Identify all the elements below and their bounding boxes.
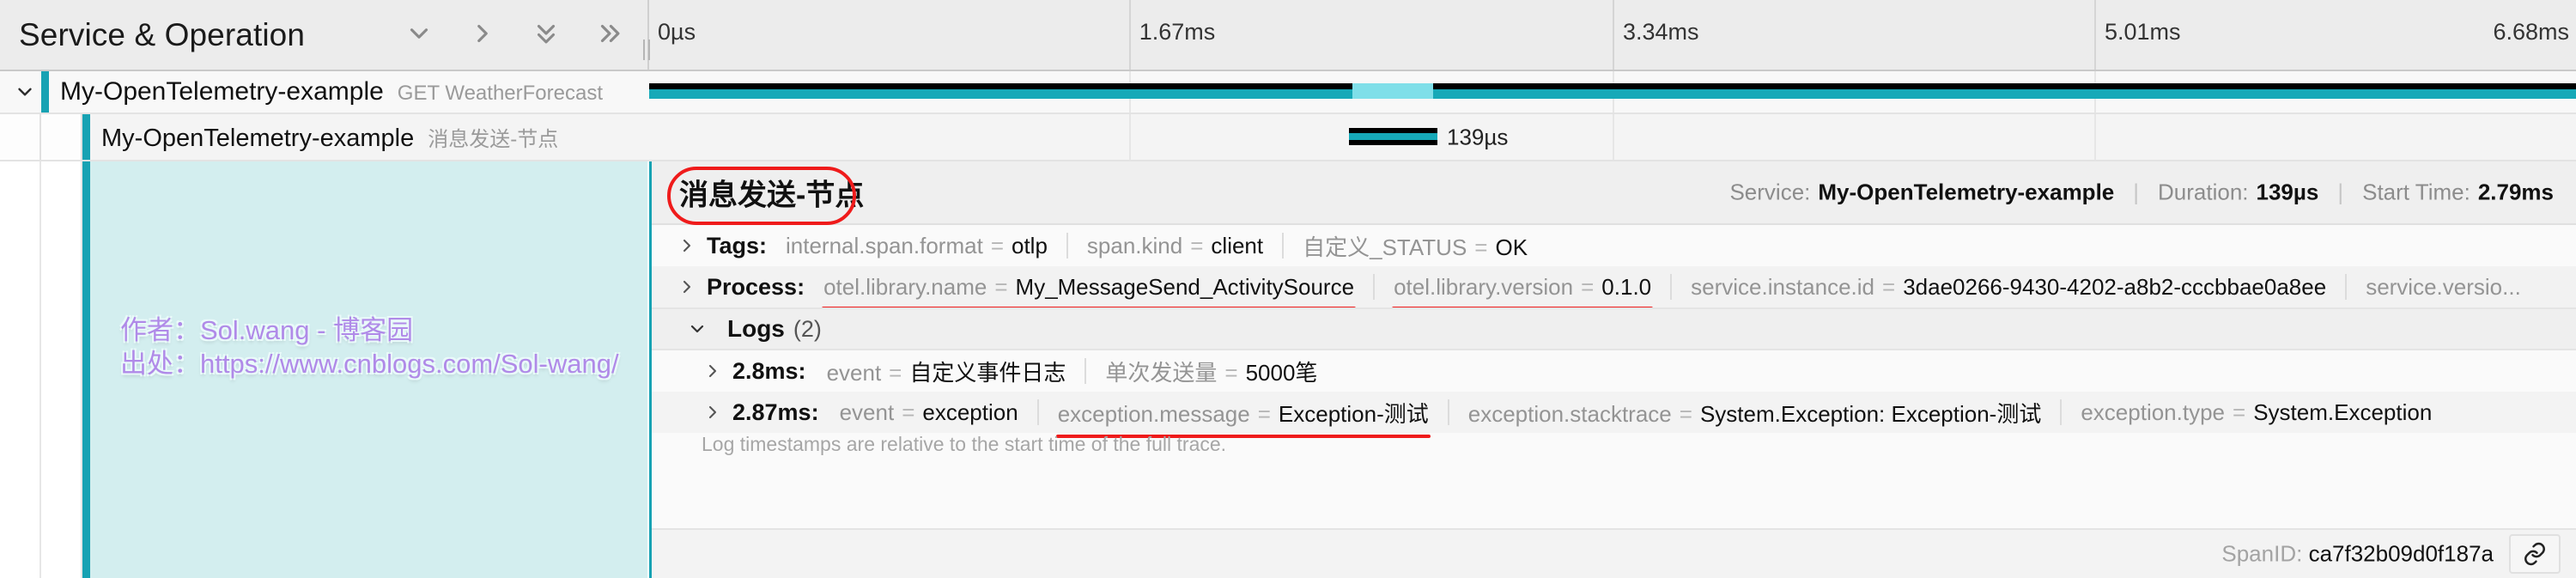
detail-left-fill: 作者：Sol.wang - 博客园 出处：https://www.cnblogs… <box>90 161 647 578</box>
tags-row[interactable]: Tags: internal.span.format = otlp span.kin… <box>652 225 2576 271</box>
service-label: Service: <box>1729 179 1811 205</box>
span-operation-name-child: 消息发送-节点 <box>428 127 559 151</box>
log-field[interactable]: exception.message = Exception-测试 <box>1055 397 1431 438</box>
link-icon[interactable] <box>2509 534 2561 574</box>
log-timestamp: 2.8ms: <box>732 357 806 384</box>
log-field[interactable]: 单次发送量 = 5000笔 <box>1103 356 1320 397</box>
duration-value: 139µs <box>2256 179 2319 205</box>
span-service-name-child: My-OpenTelemetry-example 消息发送-节点 <box>101 124 559 152</box>
logs-count: (2) <box>793 315 822 342</box>
process-item[interactable]: otel.library.name = My_MessageSend_Activit… <box>822 274 1357 310</box>
tags-expand-caret[interactable] <box>676 234 698 257</box>
tick-2: 3.34ms <box>1613 0 2094 70</box>
span-row-child[interactable]: My-OpenTelemetry-example 消息发送-节点 139µs <box>0 114 2576 161</box>
tags-label: Tags: <box>707 232 768 259</box>
tag-item[interactable]: internal.span.format = otlp <box>786 233 1048 259</box>
span-detail-meta: Service: My-OpenTelemetry-example | Dura… <box>1729 179 2554 206</box>
log-expand-caret[interactable] <box>702 401 724 423</box>
span-label-root: My-OpenTelemetry-example GET WeatherForec… <box>0 71 647 113</box>
watermark: 作者：Sol.wang - 博客园 出处：https://www.cnblogs… <box>120 314 619 381</box>
log-field[interactable]: exception.type = System.Exception <box>2081 399 2432 426</box>
service-operation-column-header: Service & Operation <box>0 0 648 70</box>
expand-collapse-controls <box>404 19 624 48</box>
process-item-truncated[interactable]: service.versio... <box>2366 274 2521 301</box>
logs-expand-caret[interactable] <box>686 318 708 340</box>
log-field[interactable]: event = 自定义事件日志 <box>824 356 1068 397</box>
span-id-label: SpanID: <box>2221 540 2303 567</box>
process-row[interactable]: Process: otel.library.name = My_MessageSen… <box>652 266 2576 310</box>
service-color-bar <box>41 71 49 113</box>
duration-label: Duration: <box>2158 179 2249 205</box>
tick-1: 1.67ms <box>1128 0 1613 70</box>
span-detail-panel: 消息发送-节点 Service: My-OpenTelemetry-exampl… <box>649 161 2576 578</box>
span-bar-child[interactable] <box>1348 128 1437 145</box>
meta-separator: | <box>2337 179 2344 205</box>
watermark-line-2: 出处：https://www.cnblogs.com/Sol-wang/ <box>120 348 619 379</box>
log-timestamp: 2.87ms: <box>732 399 819 425</box>
tick-0: 0µs <box>658 19 696 45</box>
span-track-root <box>649 71 2576 113</box>
tag-item[interactable]: 自定义_STATUS = OK <box>1301 230 1530 271</box>
left-gutter-strip: 作者：Sol.wang - 博客园 出处：https://www.cnblogs… <box>0 161 647 578</box>
timeline-header: Service & Operation 0µs 1.67ms 3.34ms 5.… <box>0 0 2576 71</box>
log-field[interactable]: event = exception <box>840 399 1018 426</box>
process-expand-caret[interactable] <box>676 276 698 298</box>
meta-separator: | <box>2133 179 2140 205</box>
span-detail-footer: SpanID: ca7f32b09d0f187a <box>652 528 2576 578</box>
span-duration-label: 139µs <box>1447 124 1509 149</box>
process-item[interactable]: service.instance.id = 3dae0266-9430-4202-a… <box>1691 274 2326 301</box>
double-chevron-right-icon[interactable] <box>595 19 624 48</box>
span-service-name-root: My-OpenTelemetry-example GET WeatherForec… <box>60 77 603 106</box>
start-time-label: Start Time: <box>2362 179 2470 205</box>
span-id: SpanID: ca7f32b09d0f187a <box>2221 541 2494 568</box>
span-row-root[interactable]: My-OpenTelemetry-example GET WeatherForec… <box>0 71 2576 114</box>
trace-detail-view: Service & Operation 0µs 1.67ms 3.34ms 5.… <box>0 0 2576 578</box>
timeline-ruler: 0µs 1.67ms 3.34ms 5.01ms 6.68ms <box>649 0 2576 70</box>
detail-accent-bar <box>82 161 90 578</box>
start-time-value: 2.79ms <box>2477 179 2554 205</box>
span-id-value: ca7f32b09d0f187a <box>2308 540 2494 567</box>
page-title: Service & Operation <box>19 17 306 52</box>
span-detail-header: 消息发送-节点 Service: My-OpenTelemetry-exampl… <box>652 161 2576 225</box>
span-bar-root[interactable] <box>649 83 2576 99</box>
log-entry-row[interactable]: 2.87ms: event = exception exception.messag… <box>652 392 2576 438</box>
service-color-bar <box>82 114 90 160</box>
chevron-right-icon[interactable] <box>468 19 497 48</box>
span-track-child: 139µs <box>649 114 2576 160</box>
span-operation-name-root: GET WeatherForecast <box>397 82 603 105</box>
log-expand-caret[interactable] <box>702 360 724 382</box>
double-chevron-down-icon[interactable] <box>532 19 561 48</box>
span-detail-title: 消息发送-节点 <box>679 179 865 212</box>
span-expand-toggle-root[interactable] <box>14 81 36 103</box>
process-item[interactable]: otel.library.version = 0.1.0 <box>1392 274 1654 310</box>
process-label: Process: <box>707 273 805 300</box>
span-label-child: My-OpenTelemetry-example 消息发送-节点 <box>0 114 647 160</box>
log-entry-row[interactable]: 2.8ms: event = 自定义事件日志 单次发送量 = 5000笔 <box>652 350 2576 397</box>
chevron-down-icon[interactable] <box>404 19 434 48</box>
tag-item[interactable]: span.kind = client <box>1087 233 1263 259</box>
watermark-line-1: 作者：Sol.wang - 博客园 <box>120 315 414 345</box>
service-value: My-OpenTelemetry-example <box>1818 179 2115 205</box>
logs-title: Logs <box>727 315 785 342</box>
log-field[interactable]: exception.stacktrace = System.Exception: E… <box>1468 397 2042 429</box>
logs-section-header[interactable]: Logs (2) <box>652 307 2576 350</box>
logs-note: Log timestamps are relative to the start… <box>702 433 1227 455</box>
